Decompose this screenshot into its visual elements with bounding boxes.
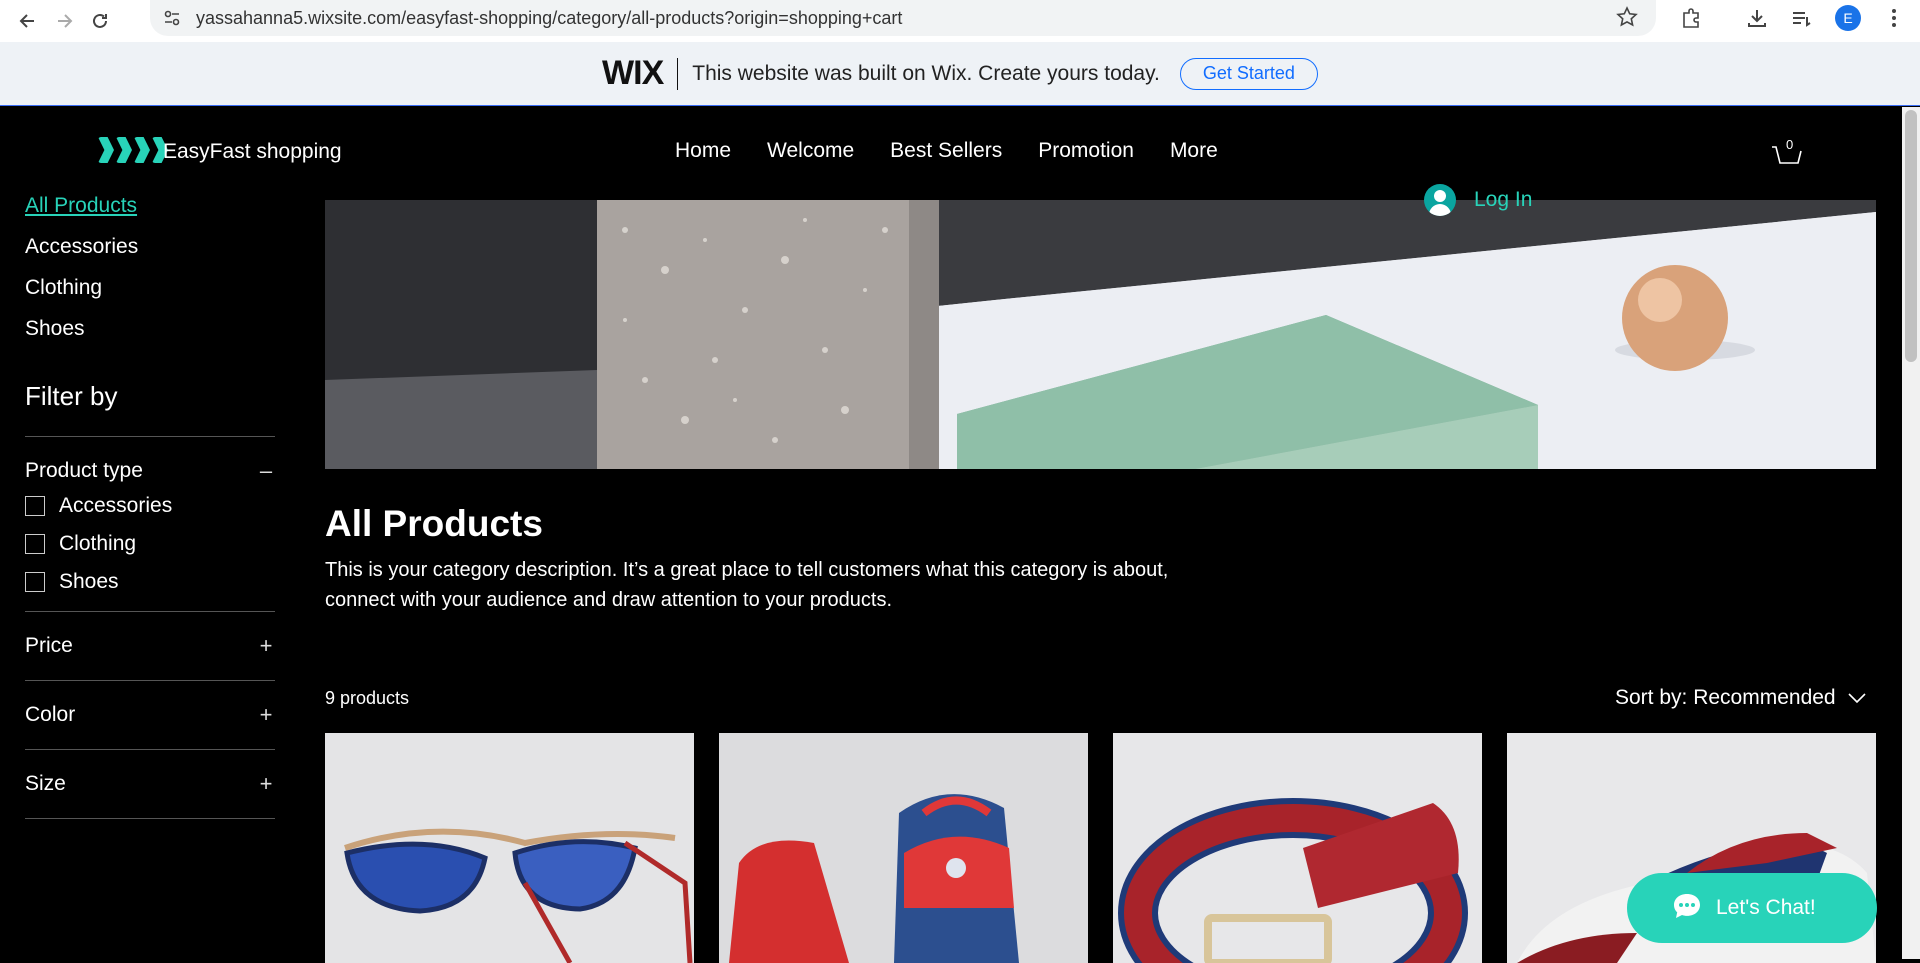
category-title: All Products bbox=[325, 503, 543, 544]
profile-avatar[interactable]: E bbox=[1832, 2, 1864, 34]
filter-title: Filter by bbox=[25, 381, 118, 411]
chat-button[interactable]: Let's Chat! bbox=[1627, 873, 1877, 943]
main-nav: Home Welcome Best Sellers Promotion More bbox=[657, 139, 1236, 163]
belt-image bbox=[1113, 733, 1482, 963]
collapse-icon[interactable]: – bbox=[257, 458, 275, 484]
brand-logo-icon[interactable] bbox=[98, 137, 170, 163]
product-card[interactable] bbox=[325, 733, 694, 963]
product-count: 9 products bbox=[325, 688, 410, 708]
filter-price-header[interactable]: Price + bbox=[25, 612, 275, 680]
filter-size: Size + bbox=[25, 749, 275, 818]
category-link-all-products[interactable]: All Products bbox=[25, 194, 275, 220]
site-header: EasyFast shopping Home Welcome Best Sell… bbox=[0, 107, 1920, 197]
banner-text: This website was built on Wix. Create yo… bbox=[692, 61, 1160, 85]
reading-list-icon[interactable] bbox=[1785, 2, 1817, 34]
backpack-image bbox=[719, 733, 1088, 963]
filter-price-label: Price bbox=[25, 634, 73, 657]
option-label: Accessories bbox=[59, 494, 173, 517]
category-sidebar: All Products Accessories Clothing Shoes … bbox=[25, 194, 275, 819]
category-link-accessories[interactable]: Accessories bbox=[25, 235, 275, 261]
forward-icon[interactable] bbox=[46, 3, 82, 39]
wix-promo-banner: WIX This website was built on Wix. Creat… bbox=[0, 42, 1920, 106]
address-bar[interactable]: yassahanna5.wixsite.com/easyfast-shoppin… bbox=[150, 0, 1656, 36]
browser-toolbar: yassahanna5.wixsite.com/easyfast-shoppin… bbox=[0, 0, 1920, 42]
nav-home[interactable]: Home bbox=[675, 139, 731, 163]
filter-divider bbox=[25, 818, 275, 819]
wix-logo[interactable]: WIX bbox=[602, 54, 664, 93]
filter-option-clothing[interactable]: Clothing bbox=[25, 525, 275, 563]
filter-color: Color + bbox=[25, 680, 275, 749]
chevron-down-icon bbox=[1848, 686, 1866, 710]
option-label: Shoes bbox=[59, 570, 119, 593]
filter-product-type-label: Product type bbox=[25, 459, 143, 482]
scrollbar-thumb[interactable] bbox=[1905, 110, 1917, 362]
chat-bubble-icon bbox=[1672, 892, 1702, 925]
option-label: Clothing bbox=[59, 532, 137, 555]
bookmark-star-icon[interactable] bbox=[1616, 6, 1638, 33]
category-description: This is your category description. It’s … bbox=[325, 559, 1169, 611]
filter-size-header[interactable]: Size + bbox=[25, 750, 275, 818]
chat-label: Let's Chat! bbox=[1716, 896, 1816, 919]
login-button[interactable]: Log In bbox=[1424, 184, 1532, 216]
nav-best-sellers[interactable]: Best Sellers bbox=[890, 139, 1002, 163]
filter-option-accessories[interactable]: Accessories bbox=[25, 487, 275, 525]
category-link-shoes[interactable]: Shoes bbox=[25, 317, 275, 343]
extensions-icon[interactable] bbox=[1675, 2, 1707, 34]
url-text[interactable]: yassahanna5.wixsite.com/easyfast-shoppin… bbox=[196, 8, 902, 29]
checkbox[interactable] bbox=[25, 572, 45, 592]
back-icon[interactable] bbox=[10, 3, 46, 39]
expand-icon[interactable]: + bbox=[257, 633, 275, 659]
banner-divider bbox=[677, 57, 679, 90]
category-link-clothing[interactable]: Clothing bbox=[25, 276, 275, 302]
brand-name[interactable]: EasyFast shopping bbox=[163, 140, 342, 164]
expand-icon[interactable]: + bbox=[257, 702, 275, 728]
site-info-icon[interactable] bbox=[162, 8, 182, 28]
filter-color-header[interactable]: Color + bbox=[25, 681, 275, 749]
nav-welcome[interactable]: Welcome bbox=[767, 139, 854, 163]
product-card[interactable] bbox=[1113, 733, 1482, 963]
filter-price: Price + bbox=[25, 611, 275, 680]
download-icon[interactable] bbox=[1741, 2, 1773, 34]
product-card[interactable] bbox=[719, 733, 1088, 963]
menu-dots-icon[interactable] bbox=[1878, 2, 1910, 34]
login-label: Log In bbox=[1474, 188, 1533, 211]
nav-promotion[interactable]: Promotion bbox=[1038, 139, 1134, 163]
sort-dropdown[interactable]: Sort by: Recommended bbox=[1615, 686, 1866, 710]
get-started-button[interactable]: Get Started bbox=[1179, 57, 1318, 90]
category-hero-image bbox=[325, 200, 1876, 469]
reload-icon[interactable] bbox=[82, 3, 118, 39]
checkbox[interactable] bbox=[25, 496, 45, 516]
cart-count: 0 bbox=[1786, 137, 1794, 152]
filter-size-label: Size bbox=[25, 772, 66, 795]
cart-icon[interactable]: 0 bbox=[1770, 137, 1804, 171]
sunglasses-image bbox=[325, 733, 694, 963]
checkbox[interactable] bbox=[25, 534, 45, 554]
sort-label: Sort by: Recommended bbox=[1615, 686, 1836, 709]
user-avatar-icon bbox=[1424, 184, 1456, 216]
filter-color-label: Color bbox=[25, 703, 76, 726]
expand-icon[interactable]: + bbox=[257, 771, 275, 797]
filter-option-shoes[interactable]: Shoes bbox=[25, 563, 275, 601]
nav-more[interactable]: More bbox=[1170, 139, 1218, 163]
filter-product-type: Product type – Accessories Clothing Shoe… bbox=[25, 436, 275, 611]
